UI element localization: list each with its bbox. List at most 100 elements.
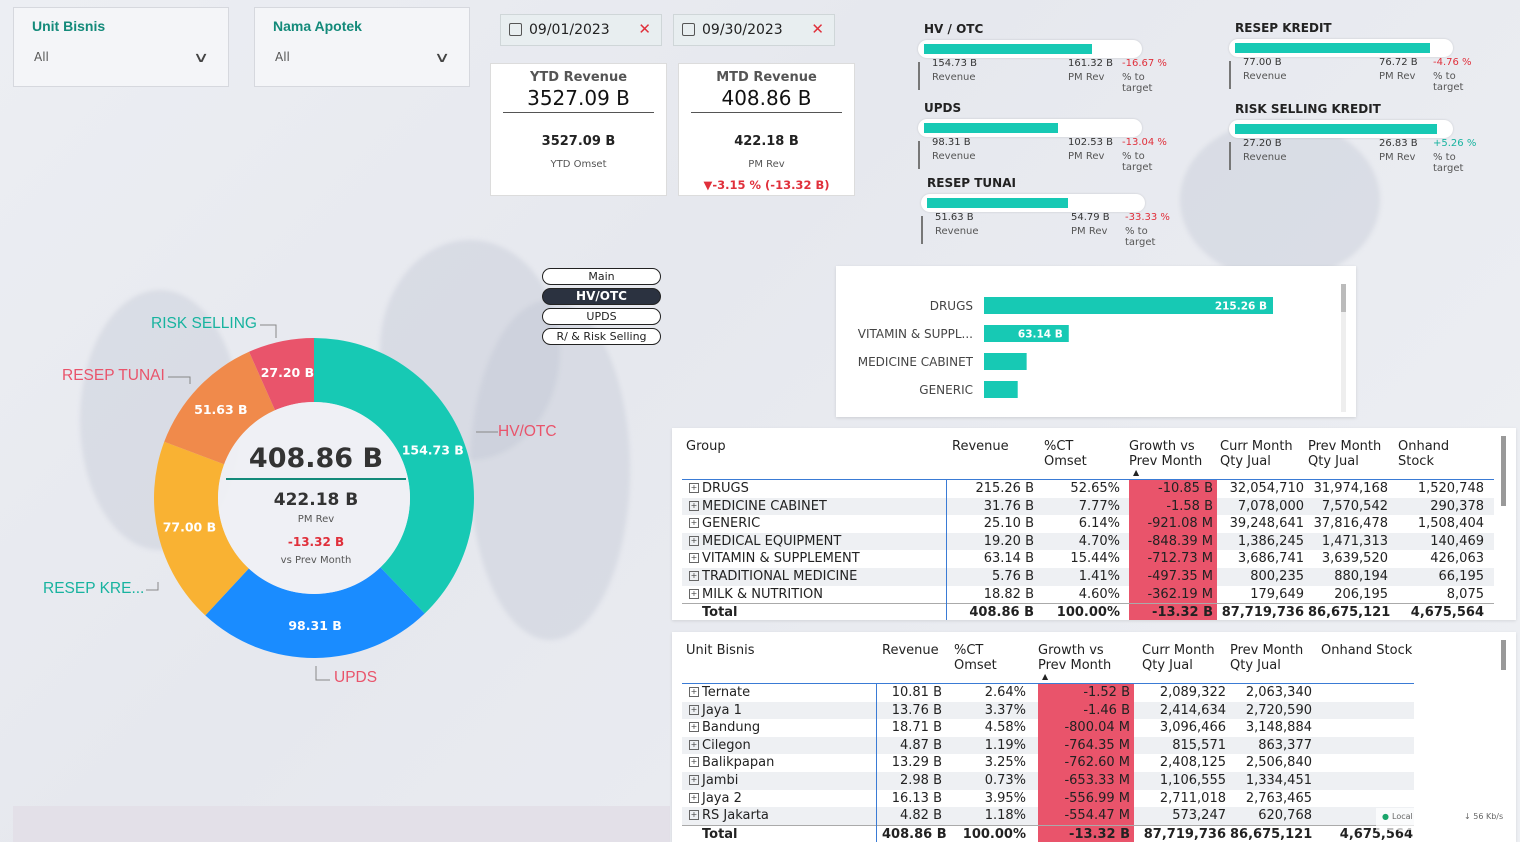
divider (918, 141, 920, 169)
table-cell: 3.25% (984, 755, 1026, 771)
column-header[interactable]: Onhand Stock (1321, 643, 1413, 658)
donut-category-label: RISK SELLING (151, 315, 257, 332)
mini-pct-label: % to target (1433, 71, 1464, 93)
table-cell: 10.81 B (891, 685, 942, 700)
progress-fill (1235, 43, 1430, 53)
column-header[interactable]: Onhand Stock (1398, 439, 1484, 469)
table-row[interactable]: + Balikpapan 13.29 B 3.25% -762.60 M 2,408,12… (682, 754, 1414, 772)
table-cell: -554.47 M (1038, 807, 1134, 825)
table-row[interactable]: + DRUGS 215.26 B 52.65% -10.85 B 32,054,710 31… (682, 480, 1494, 498)
mini-pm-label: PM Rev (1071, 226, 1108, 237)
table-row[interactable]: + GENERIC 25.10 B 6.14% -921.08 M 39,248,641 3… (682, 515, 1494, 533)
table-cell: 1.41% (1078, 569, 1120, 584)
table-cell: 31.76 B (983, 498, 1034, 514)
mini-pm-label: PM Rev (1068, 72, 1105, 83)
kpi-delta: ▼-3.15 % (-13.32 B) (703, 178, 830, 192)
status-dot-icon: ● (1382, 812, 1389, 821)
divider (1229, 61, 1231, 89)
table-cell: -1.58 B (1129, 497, 1217, 516)
calendar-icon[interactable] (682, 23, 695, 36)
divider (918, 62, 920, 90)
table-cell: -921.08 M (1129, 515, 1217, 533)
table-cell: -10.85 B (1129, 480, 1217, 498)
date-end-field[interactable]: 09/30/2023 ✕ (673, 14, 835, 46)
clear-icon[interactable]: ✕ (638, 20, 651, 38)
table-row[interactable]: + Ternate 10.81 B 2.64% -1.52 B 2,089,322 2,06… (682, 684, 1414, 702)
table-cell: 0.73% (984, 773, 1026, 788)
column-header[interactable]: Revenue (952, 439, 1034, 454)
bar-label: DRUGS (930, 299, 973, 313)
table-cell: 815,571 (1172, 737, 1226, 753)
column-header[interactable]: %CT Omset (1044, 439, 1120, 469)
column-header[interactable]: Revenue (882, 643, 942, 658)
table-cell: -800.04 M (1038, 719, 1134, 737)
total-cell: 86,675,121 (1308, 605, 1391, 620)
donut-category-label: HV/OTC (498, 423, 557, 440)
table-row[interactable]: + Jambi 2.98 B 0.73% -653.33 M 1,106,555 1,334… (682, 772, 1414, 790)
total-cell: 4,675,564 (1410, 605, 1484, 620)
date-start-field[interactable]: 09/01/2023 ✕ (500, 14, 662, 46)
column-header[interactable]: %CT Omset (954, 643, 1026, 673)
donut-diff-value: -13.32 B (287, 535, 345, 549)
table-row[interactable]: + MEDICAL EQUIPMENT 19.20 B 4.70% -848.39 M1… (682, 532, 1494, 551)
progress-track (918, 119, 1142, 137)
clear-icon[interactable]: ✕ (811, 20, 824, 38)
slicer-unit-bisnis[interactable]: Unit Bisnis All ∨ (13, 7, 229, 87)
column-header[interactable]: Prev Month Qty Jual (1308, 439, 1388, 469)
sort-arrow-icon[interactable]: ▲ (1042, 672, 1048, 681)
leader-line (168, 376, 191, 384)
table-cell: 2,414,634 (1159, 702, 1226, 718)
table-row[interactable]: + Bandung 18.71 B 4.58% -800.04 M 3,096,466 3,… (682, 719, 1414, 737)
column-header[interactable]: Prev Month Qty Jual (1230, 643, 1312, 673)
sort-arrow-icon[interactable]: ▲ (1133, 468, 1139, 477)
table-row[interactable]: + TRADITIONAL MEDICINE 5.76 B 1.41% -497.35 … (682, 568, 1494, 586)
table-cell: 4.87 B (900, 737, 942, 753)
calendar-icon[interactable] (509, 23, 522, 36)
mini-kpi-title: HV / OTC (924, 22, 984, 36)
table-row[interactable]: + Cilegon 4.87 B 1.19% -764.35 M 815,571 863,3… (682, 736, 1414, 755)
table-row[interactable]: + MEDICINE CABINET 31.76 B 7.77% -1.58 B 7,07… (682, 497, 1494, 516)
mini-revenue-label: Revenue (932, 72, 976, 83)
total-cell: 100.00% (1056, 605, 1120, 620)
bar[interactable] (984, 381, 1018, 398)
table-row[interactable]: + MILK & NUTRITION 18.82 B 4.60% -362.19 M 17… (682, 585, 1494, 604)
table-row[interactable]: + Jaya 1 13.76 B 3.37% -1.46 B 2,414,634 2,720… (682, 701, 1414, 720)
mini-revenue-value: 154.73 B (932, 58, 978, 69)
table-cell: 32,054,710 (1229, 481, 1304, 496)
table-cell: 2,506,840 (1245, 755, 1312, 771)
total-cell: 408.86 B (882, 826, 947, 842)
column-header[interactable]: Group (686, 439, 946, 454)
mini-kpi-card: RISK SELLING KREDIT 27.20 B Revenue 26.83 B… (1229, 102, 1489, 174)
bar[interactable] (984, 353, 1027, 370)
scrollbar-thumb[interactable] (1341, 284, 1346, 312)
kpi-sub-label: PM Rev (748, 159, 785, 170)
column-header[interactable]: Unit Bisnis (686, 643, 876, 658)
column-divider (876, 684, 877, 842)
table-cell: -556.99 M (1038, 789, 1134, 808)
chevron-down-icon[interactable]: ∨ (434, 50, 450, 66)
table-cell: 800,235 (1250, 569, 1304, 584)
scrollbar-thumb[interactable] (1501, 436, 1506, 506)
date-end-value: 09/30/2023 (702, 22, 783, 38)
column-header[interactable]: Growth vs Prev Month (1129, 439, 1217, 469)
table-cell: MEDICINE CABINET (702, 498, 827, 514)
table-cell: 1.19% (984, 737, 1026, 753)
total-cell: Total (702, 605, 738, 620)
table-cell: 52.65% (1070, 481, 1120, 496)
column-header[interactable]: Curr Month Qty Jual (1220, 439, 1304, 469)
column-header[interactable]: Curr Month Qty Jual (1142, 643, 1226, 673)
table-cell: 2,720,590 (1245, 702, 1312, 718)
table-row[interactable]: + Jaya 2 16.13 B 3.95% -556.99 M 2,711,018 2,7… (682, 789, 1414, 808)
table-cell: -1.52 B (1038, 684, 1134, 702)
table-cell: 426,063 (1430, 551, 1484, 567)
chevron-down-icon[interactable]: ∨ (193, 50, 209, 66)
donut-slice-value: 98.31 B (288, 618, 341, 633)
scrollbar-thumb[interactable] (1501, 640, 1506, 670)
leader-line (146, 582, 159, 591)
slicer-nama-apotek[interactable]: Nama Apotek All ∨ (254, 7, 470, 87)
table-row[interactable]: + VITAMIN & SUPPLEMENT 63.14 B 15.44% -712.7… (682, 550, 1494, 568)
table-cell: 1,520,748 (1417, 481, 1484, 496)
table-cell: 3.95% (984, 790, 1026, 806)
column-header[interactable]: Growth vs Prev Month (1038, 643, 1134, 673)
table-row[interactable]: + RS Jakarta 4.82 B 1.18% -554.47 M 573,247 62… (682, 807, 1414, 825)
